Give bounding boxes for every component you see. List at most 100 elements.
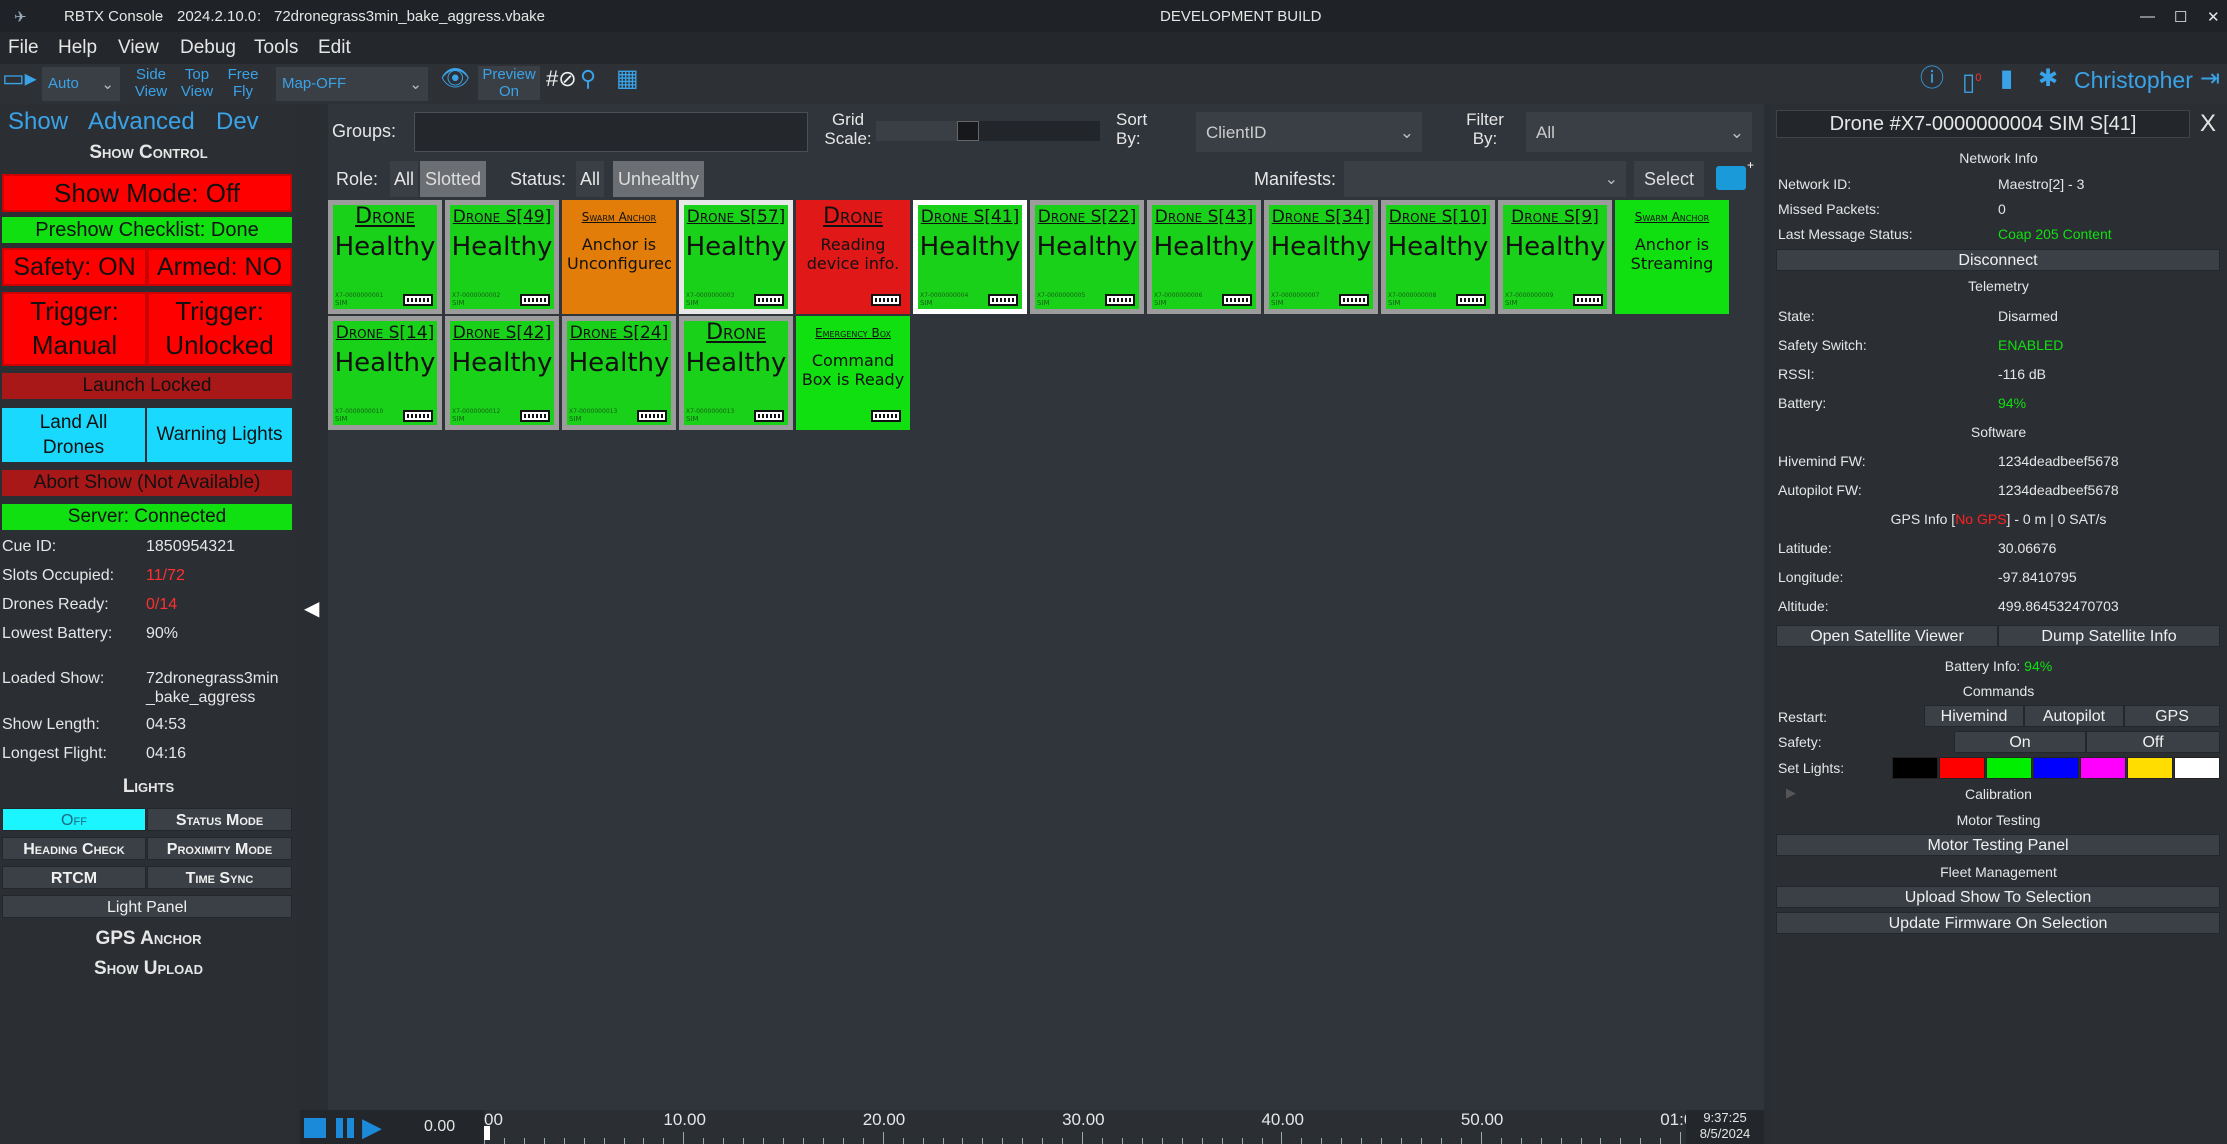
preview-toggle[interactable]: Preview On xyxy=(478,66,540,100)
light-color-swatch[interactable] xyxy=(2080,757,2126,779)
restart-gps-button[interactable]: GPS xyxy=(2124,705,2220,727)
warning-lights-button[interactable]: Warning Lights xyxy=(147,408,292,462)
side-view-button[interactable]: Side View xyxy=(134,66,168,100)
proximity-mode-button[interactable]: Proximity Mode xyxy=(147,837,292,860)
drone-tile[interactable]: Drone Reading device info. xyxy=(796,200,910,314)
light-color-swatch[interactable] xyxy=(2174,757,2220,779)
map-pin-icon[interactable]: ⚲ xyxy=(580,68,596,90)
add-folder-icon[interactable]: + xyxy=(1716,158,1754,190)
hash-off-icon[interactable]: #⊘ xyxy=(546,68,577,90)
drone-tile[interactable]: Drone S[34] Healthy X7-0000000007 SIM xyxy=(1264,200,1378,314)
groups-input[interactable] xyxy=(414,112,808,152)
grid-scale-handle[interactable] xyxy=(957,121,980,141)
role-all-button[interactable]: All xyxy=(390,161,419,197)
safety-on-button[interactable]: On xyxy=(1954,731,2086,753)
phone-icon[interactable]: ▯0 xyxy=(1962,70,1981,95)
grid-scale-slider[interactable] xyxy=(876,121,1100,141)
upload-show-button[interactable]: Upload Show To Selection xyxy=(1776,886,2220,908)
play-icon[interactable]: ▶ xyxy=(362,1114,382,1140)
armed-status[interactable]: Armed: NO xyxy=(147,248,292,286)
status-all-button[interactable]: All xyxy=(576,161,605,197)
drone-tile[interactable]: Drone S[24] Healthy X7-0000000013 SIM xyxy=(562,316,676,430)
drone-tile[interactable]: Drone S[14] Healthy X7-0000000010 SIM xyxy=(328,316,442,430)
safety-status[interactable]: Safety: ON xyxy=(2,248,147,286)
show-mode-button[interactable]: Show Mode: Off xyxy=(2,174,292,212)
info-icon[interactable]: ⓘ xyxy=(1920,67,1944,91)
eye-icon[interactable]: 👁 xyxy=(440,67,470,91)
phone-info-icon[interactable]: ▮ xyxy=(2000,67,2013,91)
dump-satellite-info-button[interactable]: Dump Satellite Info xyxy=(1998,625,2220,647)
camera-mode-select[interactable]: Auto ⌄ xyxy=(42,67,120,101)
top-view-button[interactable]: Top View xyxy=(180,66,214,100)
select-button[interactable]: Select xyxy=(1634,161,1705,197)
menu-tools[interactable]: Tools xyxy=(254,37,298,59)
timeline-playhead[interactable] xyxy=(484,1126,490,1140)
light-color-swatch[interactable] xyxy=(1939,757,1985,779)
user-name[interactable]: Christopher xyxy=(2074,69,2193,92)
map-select[interactable]: Map-OFF ⌄ xyxy=(276,67,428,101)
drone-tile[interactable]: Drone S[43] Healthy X7-0000000006 SIM xyxy=(1147,200,1261,314)
close-window-button[interactable]: ✕ xyxy=(2207,8,2220,26)
filter-by-select[interactable]: All ⌄ xyxy=(1526,112,1752,152)
status-unhealthy-button[interactable]: Unhealthy xyxy=(613,161,705,197)
rtcm-button[interactable]: RTCM xyxy=(2,866,146,889)
trigger-manual-button[interactable]: Trigger: Manual xyxy=(2,292,147,366)
drone-tile[interactable]: Emergency Box Command Box is Ready xyxy=(796,316,910,430)
drone-tile[interactable]: Drone S[22] Healthy X7-0000000005 SIM xyxy=(1030,200,1144,314)
drone-tile[interactable]: Drone S[9] Healthy X7-0000000009 SIM xyxy=(1498,200,1612,314)
menu-file[interactable]: File xyxy=(8,37,39,59)
restart-hivemind-button[interactable]: Hivemind xyxy=(1924,705,2024,727)
safety-off-button[interactable]: Off xyxy=(2086,731,2220,753)
gps-anchor-section[interactable]: GPS Anchor xyxy=(0,928,297,950)
camera-icon[interactable]: ▭▸ xyxy=(2,67,37,91)
launch-locked-button[interactable]: Launch Locked xyxy=(2,373,292,399)
close-panel-button[interactable]: X xyxy=(2194,110,2222,138)
menu-help[interactable]: Help xyxy=(58,37,97,59)
drone-tile[interactable]: Drone Healthy X7-0000000013 SIM xyxy=(679,316,793,430)
minimize-button[interactable]: — xyxy=(2140,8,2155,25)
tab-dev[interactable]: Dev xyxy=(216,108,259,136)
free-fly-button[interactable]: Free Fly xyxy=(226,66,260,100)
preshow-checklist-button[interactable]: Preshow Checklist: Done xyxy=(2,217,292,243)
pause-icon[interactable] xyxy=(334,1118,356,1138)
logout-icon[interactable]: ⇥ xyxy=(2200,67,2220,91)
sort-by-select[interactable]: ClientID ⌄ xyxy=(1196,112,1422,152)
disconnect-button[interactable]: Disconnect xyxy=(1776,249,2220,271)
light-color-swatch[interactable] xyxy=(2127,757,2173,779)
lights-off-button[interactable]: Off xyxy=(2,808,146,831)
drone-tile[interactable]: Drone S[42] Healthy X7-0000000012 SIM xyxy=(445,316,559,430)
status-mode-button[interactable]: Status Mode xyxy=(147,808,292,831)
drone-tile[interactable]: Drone S[49] Healthy X7-0000000002 SIM xyxy=(445,200,559,314)
restart-autopilot-button[interactable]: Autopilot xyxy=(2024,705,2124,727)
stop-icon[interactable] xyxy=(304,1118,326,1138)
drone-tile[interactable]: Drone S[10] Healthy X7-0000000008 SIM xyxy=(1381,200,1495,314)
bug-icon[interactable]: ✱ xyxy=(2038,67,2058,91)
menu-view[interactable]: View xyxy=(118,37,159,59)
menu-debug[interactable]: Debug xyxy=(180,37,236,59)
tab-advanced[interactable]: Advanced xyxy=(88,108,195,136)
maximize-button[interactable]: ☐ xyxy=(2174,8,2187,26)
light-panel-button[interactable]: Light Panel xyxy=(2,895,292,918)
update-firmware-button[interactable]: Update Firmware On Selection xyxy=(1776,912,2220,934)
land-all-drones-button[interactable]: Land All Drones xyxy=(2,408,145,462)
drone-tile[interactable]: Swarm Anchor Anchor is Streaming xyxy=(1615,200,1729,314)
heading-check-button[interactable]: Heading Check xyxy=(2,837,146,860)
drone-tile[interactable]: Drone Healthy X7-0000000001 SIM xyxy=(328,200,442,314)
tab-show[interactable]: Show xyxy=(8,108,68,136)
role-slotted-button[interactable]: Slotted xyxy=(420,161,487,197)
menu-edit[interactable]: Edit xyxy=(318,37,351,59)
time-sync-button[interactable]: Time Sync xyxy=(147,866,292,889)
drone-tile[interactable]: Drone S[57] Healthy X7-0000000003 SIM xyxy=(679,200,793,314)
light-color-swatch[interactable] xyxy=(1892,757,1938,779)
timeline-track[interactable]: 00 10.00 20.00 30.00 40.00 50.00 01:0 xyxy=(484,1110,1741,1144)
light-color-swatch[interactable] xyxy=(2033,757,2079,779)
show-upload-section[interactable]: Show Upload xyxy=(0,958,297,980)
drone-tile[interactable]: Swarm Anchor Anchor is Unconfigured xyxy=(562,200,676,314)
drone-tile[interactable]: Drone S[41] Healthy X7-0000000004 SIM xyxy=(913,200,1027,314)
grid-icon[interactable]: ▦ xyxy=(616,67,639,91)
motor-testing-panel-button[interactable]: Motor Testing Panel xyxy=(1776,834,2220,856)
trigger-unlocked-button[interactable]: Trigger: Unlocked xyxy=(147,292,292,366)
abort-show-button[interactable]: Abort Show (Not Available) xyxy=(2,470,292,496)
open-satellite-viewer-button[interactable]: Open Satellite Viewer xyxy=(1776,625,1998,647)
manifests-select[interactable]: ⌄ xyxy=(1344,161,1626,197)
